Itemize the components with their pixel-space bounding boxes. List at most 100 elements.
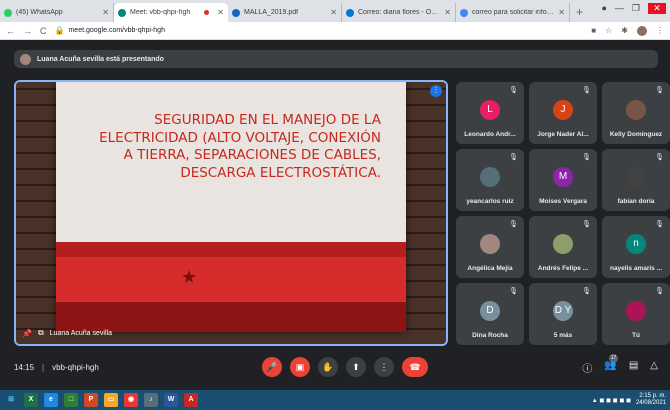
clock: 2:15 p. m. 24/08/2021 <box>636 393 666 407</box>
tab-whatsapp[interactable]: (45) WhatsApp ✕ <box>0 3 114 22</box>
browser-tab-bar: (45) WhatsApp ✕ Meet: vbb-qhpi-hgh ✕ MAL… <box>0 0 670 22</box>
close-icon[interactable]: ✕ <box>330 8 337 17</box>
record-icon[interactable]: ● <box>601 3 606 14</box>
minimize-icon[interactable]: — <box>615 3 624 14</box>
extension-icon[interactable]: ✱ <box>621 26 628 35</box>
back-icon[interactable]: ← <box>6 26 15 36</box>
windows-taskbar: ⊞ X e □ P ▭ ◉ ♪ W A ▲ ◼ ◼ ◼ ◼ ◼ 2:15 p. … <box>0 390 670 410</box>
pin-icon[interactable]: 📌 <box>22 329 32 338</box>
meeting-code: vbb-qhpi-hgh <box>52 362 99 372</box>
star-icon[interactable]: ☆ <box>605 26 612 35</box>
tab-google[interactable]: correo para solicitar informaci ✕ <box>456 3 570 22</box>
participant-avatar: J <box>553 100 573 120</box>
call-controls: 🎤 ▣ ✋ ⬆ ⋮ ☎ <box>262 357 428 377</box>
participant-tile[interactable]: 🎙 Angélica Mejía <box>456 216 524 278</box>
participant-name: Andrés Felipe ... <box>537 265 589 272</box>
participant-tile[interactable]: 🎙 Tú <box>602 283 670 345</box>
tab-title: Correo: diana flores - Outlook <box>358 9 442 16</box>
participant-tile[interactable]: 🎙 D Y 5 más <box>529 283 597 345</box>
more-options-button[interactable]: ⋮ <box>374 357 394 377</box>
folder-icon[interactable]: ▭ <box>104 393 118 407</box>
more-options-icon[interactable]: ⋮ <box>430 85 442 97</box>
mic-off-button[interactable]: 🎤 <box>262 357 282 377</box>
ie-icon[interactable]: e <box>44 393 58 407</box>
participant-name: Tú <box>632 332 640 339</box>
leave-call-button[interactable]: ☎ <box>402 357 428 377</box>
participant-name: Jorge Nader Al... <box>537 131 589 138</box>
mic-muted-icon: 🎙 <box>509 154 518 161</box>
windows-start-icon[interactable]: ⊞ <box>4 393 18 407</box>
participant-tile[interactable]: 🎙 yeancarlos ruiz <box>456 149 524 211</box>
chat-icon[interactable]: ▤ <box>629 360 638 375</box>
window-close-icon[interactable]: ✕ <box>648 3 666 14</box>
tab-meet[interactable]: Meet: vbb-qhpi-hgh ✕ <box>114 3 228 22</box>
participant-name: Kelly Dominguez <box>609 131 663 138</box>
mic-muted-icon: 🎙 <box>509 87 518 94</box>
system-tray: ▲ ◼ ◼ ◼ ◼ ◼ 2:15 p. m. 24/08/2021 <box>592 393 666 407</box>
tab-title: Meet: vbb-qhpi-hgh <box>130 9 191 16</box>
participant-name: Moises Vergara <box>539 198 587 205</box>
participant-tile[interactable]: 🎙 Andrés Felipe ... <box>529 216 597 278</box>
presentation-stage: SEGURIDAD EN EL MANEJO DE LA ELECTRICIDA… <box>14 80 448 346</box>
participant-avatar <box>480 167 500 187</box>
participant-tile[interactable]: 🎙 L Leonardo Andr... <box>456 82 524 144</box>
present-button[interactable]: ⬆ <box>346 357 366 377</box>
stage-footer: 📌 ⧉ Luana Acuña sevilla <box>22 328 112 338</box>
participant-tile[interactable]: 🎙 D Dina Rocha <box>456 283 524 345</box>
close-icon[interactable]: ✕ <box>558 8 565 17</box>
close-icon[interactable]: ✕ <box>444 8 451 17</box>
presenting-banner: Luana Acuña sevilla está presentando <box>14 50 658 68</box>
mic-muted-icon: 🎙 <box>582 221 591 228</box>
reload-icon[interactable]: C <box>40 26 47 36</box>
tray-icons[interactable]: ▲ ◼ ◼ ◼ ◼ ◼ <box>592 397 631 404</box>
outlook-icon <box>346 8 354 17</box>
participant-tile[interactable]: 🎙 n nayelis amaris ... <box>602 216 670 278</box>
google-icon <box>460 8 468 17</box>
participant-tile[interactable]: 🎙 fabian doria <box>602 149 670 211</box>
close-icon[interactable]: ✕ <box>217 8 224 17</box>
profile-avatar[interactable] <box>637 25 647 36</box>
participant-avatar: M <box>553 167 573 187</box>
raise-hand-button[interactable]: ✋ <box>318 357 338 377</box>
pdf-icon[interactable]: A <box>184 393 198 407</box>
people-icon[interactable]: 👥 <box>604 360 616 375</box>
powerpoint-icon[interactable]: P <box>84 393 98 407</box>
mic-muted-icon: 🎙 <box>582 87 591 94</box>
close-icon[interactable]: ✕ <box>102 8 109 17</box>
forward-icon[interactable]: → <box>23 26 32 36</box>
chrome-icon[interactable]: ◉ <box>124 393 138 407</box>
present-icon[interactable]: ⧉ <box>38 328 44 338</box>
info-icon[interactable]: ⓘ <box>582 360 592 375</box>
participant-avatar: n <box>626 234 646 254</box>
tab-title: MALLA_2019.pdf <box>244 9 299 16</box>
mic-muted-icon: 🎙 <box>582 288 591 295</box>
tab-outlook[interactable]: Correo: diana flores - Outlook ✕ <box>342 3 456 22</box>
mic-muted-icon: 🎙 <box>509 288 518 295</box>
participant-avatar: D Y <box>553 301 573 321</box>
word-icon[interactable]: W <box>164 393 178 407</box>
participant-avatar <box>626 167 646 187</box>
new-tab-button[interactable]: + <box>576 3 583 22</box>
presenting-text: Luana Acuña sevilla está presentando <box>37 55 164 63</box>
url-field[interactable]: meet.google.com/vbb-qhpi-hgh <box>68 27 165 34</box>
app-icon[interactable]: □ <box>64 393 78 407</box>
tab-pdf[interactable]: MALLA_2019.pdf ✕ <box>228 3 342 22</box>
separator: | <box>42 362 45 372</box>
participant-avatar <box>480 234 500 254</box>
camera-icon[interactable]: ■ <box>591 26 596 35</box>
menu-icon[interactable]: ⋮ <box>656 26 664 35</box>
participant-name: 5 más <box>553 332 573 339</box>
tab-title: correo para solicitar informaci <box>472 9 556 16</box>
camera-off-button[interactable]: ▣ <box>290 357 310 377</box>
participant-tile[interactable]: 🎙 J Jorge Nader Al... <box>529 82 597 144</box>
star-icon: ★ <box>181 267 198 287</box>
activities-icon[interactable]: △ <box>650 360 658 375</box>
excel-icon[interactable]: X <box>24 393 38 407</box>
meeting-time: 14:15 <box>14 362 35 372</box>
participant-tile[interactable]: 🎙 Kelly Dominguez <box>602 82 670 144</box>
participant-tile[interactable]: 🎙 M Moises Vergara <box>529 149 597 211</box>
maximize-icon[interactable]: ❐ <box>632 3 640 14</box>
recording-icon <box>204 10 210 15</box>
clock-time: 2:15 p. m. <box>639 393 666 399</box>
media-icon[interactable]: ♪ <box>144 393 158 407</box>
